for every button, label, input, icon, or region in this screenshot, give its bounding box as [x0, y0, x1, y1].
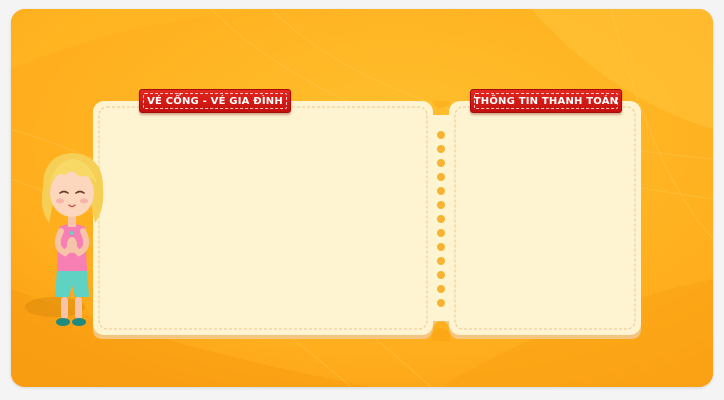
payment-info-title-text: THÔNG TIN THANH TOÁN [473, 95, 619, 107]
ticket-panels-shape [93, 101, 641, 341]
family-ticket-title-label: VÉ CỔNG - VÉ GIA ĐÌNH [139, 89, 291, 113]
girl-character-illustration [25, 153, 104, 326]
game-frame: VÉ CỔNG - VÉ GIA ĐÌNH THÔNG TIN THANH TO… [11, 9, 713, 387]
ticket-board [91, 101, 643, 341]
payment-info-title-label: THÔNG TIN THANH TOÁN [470, 89, 622, 113]
family-ticket-title-text: VÉ CỔNG - VÉ GIA ĐÌNH [147, 95, 283, 107]
